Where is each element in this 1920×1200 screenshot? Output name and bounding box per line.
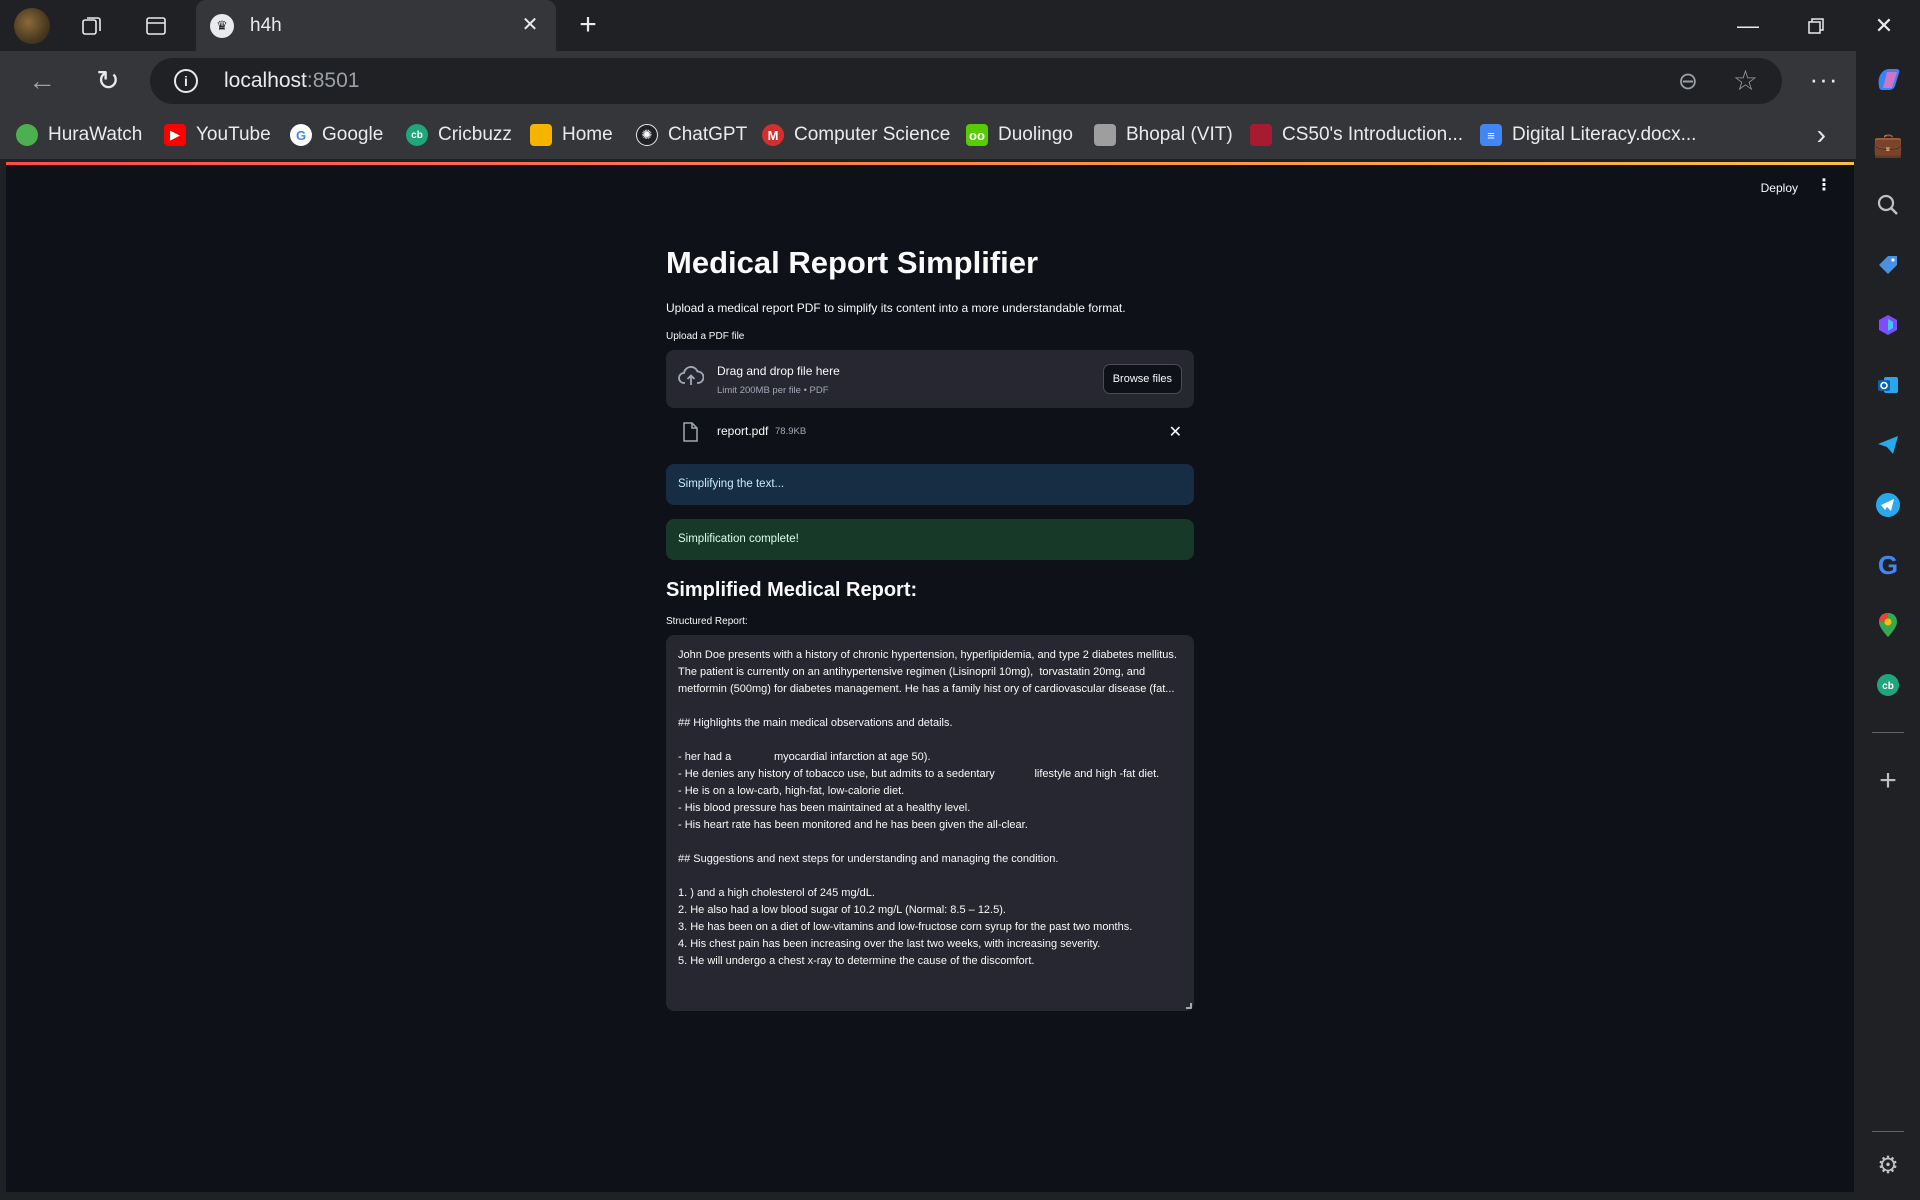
- cloud-upload-icon: [678, 365, 705, 391]
- search-icon[interactable]: [1872, 189, 1904, 221]
- classroom-icon: [530, 124, 552, 146]
- chatgpt-icon: ✺: [636, 124, 658, 146]
- browse-files-button[interactable]: Browse files: [1102, 364, 1182, 394]
- sidebar-settings-gear-icon[interactable]: ⚙: [1872, 1149, 1904, 1181]
- page-subtitle: Upload a medical report PDF to simplify …: [666, 301, 1126, 315]
- main-menu-icon[interactable]: ⋮: [1816, 177, 1832, 195]
- bookmark-bhopal-vit[interactable]: Bhopal (VIT): [1094, 121, 1233, 149]
- bookmark-hurawatch[interactable]: HuraWatch: [16, 121, 142, 149]
- remove-file-close-icon[interactable]: ✕: [1169, 422, 1182, 442]
- info-alert: Simplifying the text...: [666, 464, 1194, 505]
- resize-handle-icon[interactable]: [1186, 1003, 1192, 1009]
- bookmark-home[interactable]: Home: [530, 121, 613, 149]
- bookmark-youtube[interactable]: ▶ YouTube: [164, 121, 271, 149]
- reload-icon[interactable]: ↻: [90, 63, 126, 99]
- uploaded-file-row: report.pdf 78.9KB ✕: [666, 418, 1194, 448]
- profile-avatar[interactable]: [14, 8, 50, 44]
- hurawatch-icon: [16, 124, 38, 146]
- settings-more-icon[interactable]: ···: [1806, 64, 1842, 100]
- svg-text:cb: cb: [1882, 681, 1894, 692]
- address-bar[interactable]: i localhost:8501 ⊖ ☆: [150, 58, 1782, 104]
- tab-title: h4h: [250, 14, 282, 36]
- bookmark-computer-science[interactable]: M Computer Science: [762, 121, 950, 149]
- restore-icon[interactable]: [1794, 8, 1838, 44]
- textarea-label: Structured Report:: [666, 616, 748, 627]
- back-icon[interactable]: ←: [24, 63, 60, 99]
- workspaces-icon[interactable]: [74, 8, 110, 44]
- harvard-icon: [1250, 124, 1272, 146]
- bookmark-cs50[interactable]: CS50's Introduction...: [1250, 121, 1463, 149]
- streamlit-page: Deploy ⋮ Medical Report Simplifier Uploa…: [6, 162, 1854, 1192]
- send-plane-icon[interactable]: [1872, 429, 1904, 461]
- title-bar: ♛ h4h ✕ + — ✕: [0, 0, 1920, 51]
- shopping-tag-icon[interactable]: [1872, 249, 1904, 281]
- bookmark-duolingo[interactable]: oo Duolingo: [966, 121, 1073, 149]
- google-icon: G: [290, 124, 312, 146]
- success-alert: Simplification complete!: [666, 519, 1194, 560]
- add-sidebar-icon[interactable]: +: [1872, 764, 1904, 797]
- page-title: Medical Report Simplifier: [666, 245, 1039, 280]
- section-title: Simplified Medical Report:: [666, 579, 918, 601]
- bookmarks-bar: HuraWatch ▶ YouTube G Google cb Cricbuzz Ho…: [0, 111, 1856, 159]
- favorite-star-icon[interactable]: ☆: [1733, 64, 1758, 97]
- telegram-icon[interactable]: [1872, 489, 1904, 521]
- file-dropzone[interactable]: Drag and drop file here Limit 200MB per …: [666, 350, 1194, 408]
- zoom-out-icon[interactable]: ⊖: [1678, 67, 1698, 96]
- tab-active[interactable]: ♛ h4h ✕: [196, 0, 556, 51]
- new-tab-icon[interactable]: +: [572, 10, 604, 42]
- tab-close-icon[interactable]: ✕: [518, 13, 542, 37]
- docs-icon: ≡: [1480, 124, 1502, 146]
- copilot-hex-icon[interactable]: [1872, 309, 1904, 341]
- bookmark-cricbuzz[interactable]: cb Cricbuzz: [406, 121, 512, 149]
- main-content: Medical Report Simplifier Upload a medic…: [666, 245, 1194, 1011]
- deploy-button[interactable]: Deploy: [1761, 181, 1798, 195]
- structured-report-textarea[interactable]: John Doe presents with a history of chro…: [666, 635, 1194, 1011]
- dropzone-limit: Limit 200MB per file • PDF: [717, 385, 829, 396]
- vit-icon: [1094, 124, 1116, 146]
- bookmark-chatgpt[interactable]: ✺ ChatGPT: [636, 121, 747, 149]
- maps-pin-icon[interactable]: [1872, 609, 1904, 641]
- bookmark-digital-literacy[interactable]: ≡ Digital Literacy.docx...: [1480, 121, 1696, 149]
- streamlit-favicon-icon: ♛: [210, 13, 234, 38]
- cricbuzz-icon: cb: [406, 124, 428, 146]
- bookmark-google[interactable]: G Google: [290, 121, 383, 149]
- file-size: 78.9KB: [775, 426, 807, 437]
- youtube-icon: ▶: [164, 124, 186, 146]
- mendeley-icon: M: [762, 124, 784, 146]
- file-icon: [682, 422, 698, 442]
- report-text: John Doe presents with a history of chro…: [678, 649, 1177, 967]
- minimize-icon[interactable]: —: [1726, 8, 1770, 44]
- duolingo-icon: oo: [966, 124, 988, 146]
- url-text[interactable]: localhost:8501: [224, 69, 359, 93]
- copilot-icon[interactable]: [1872, 63, 1904, 95]
- browser-sidebar: 💼 G cb + ⚙: [1856, 51, 1920, 1200]
- site-info-icon[interactable]: i: [174, 69, 198, 93]
- outlook-icon[interactable]: [1872, 369, 1904, 401]
- tab-actions-icon[interactable]: [138, 8, 174, 44]
- tools-briefcase-icon[interactable]: 💼: [1872, 129, 1904, 161]
- address-toolbar: ← ↻ i localhost:8501 ⊖ ☆: [0, 51, 1920, 111]
- cricbuzz-sidebar-icon[interactable]: cb: [1872, 669, 1904, 701]
- close-window-icon[interactable]: ✕: [1862, 8, 1906, 44]
- file-name: report.pdf: [717, 424, 769, 438]
- sidebar-divider: [1872, 732, 1904, 733]
- dropzone-title: Drag and drop file here: [717, 364, 840, 378]
- sidebar-divider-bottom: [1872, 1131, 1904, 1132]
- google-sidebar-icon[interactable]: G: [1872, 549, 1904, 581]
- bookmarks-more-chevron-icon[interactable]: ›: [1817, 119, 1826, 151]
- uploader-label: Upload a PDF file: [666, 331, 745, 342]
